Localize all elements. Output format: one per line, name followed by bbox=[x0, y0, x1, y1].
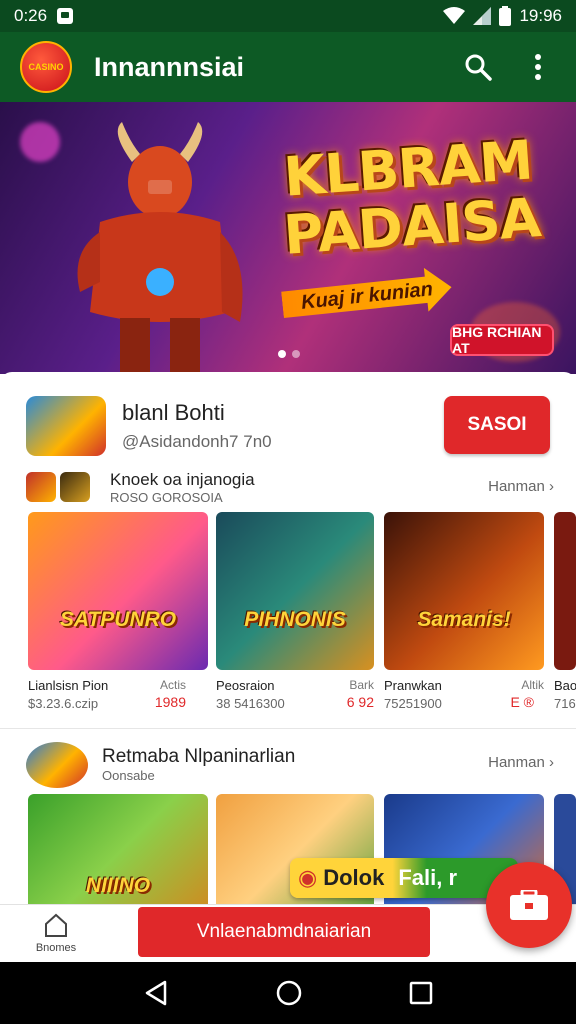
fab-button[interactable] bbox=[486, 862, 572, 948]
recents-icon[interactable] bbox=[409, 981, 433, 1005]
card-price: 1989 bbox=[154, 694, 186, 710]
promo-banner[interactable]: ◉ Dolok Fali, r bbox=[290, 858, 518, 898]
card-name: Bao bbox=[554, 678, 576, 693]
avatar bbox=[26, 742, 88, 788]
eye-icon: ◉ bbox=[298, 865, 318, 890]
carousel-indicator bbox=[278, 350, 300, 358]
promo-text-1: Dolok bbox=[323, 865, 385, 890]
hero-banner[interactable]: KLBRAM PADAISA Kuaj ir kunian BHG RCHIAN… bbox=[0, 102, 576, 374]
home-circle-icon[interactable] bbox=[275, 979, 303, 1007]
card-art bbox=[554, 512, 576, 670]
card-price: 6 92 bbox=[346, 694, 374, 710]
wifi-icon bbox=[443, 7, 466, 24]
game-card[interactable]: Bao 716 bbox=[554, 512, 576, 711]
carousel-dot[interactable] bbox=[278, 350, 286, 358]
section-header[interactable]: Retmaba Nlpaninarlian Oonsabe Hanman › bbox=[0, 738, 576, 794]
status-clock: 19:96 bbox=[519, 6, 562, 25]
card-tag: Bark bbox=[349, 678, 374, 692]
cta-button[interactable]: Vnlaenabmdnaiarian bbox=[138, 907, 430, 957]
hero-character-art bbox=[77, 122, 243, 374]
battery-icon bbox=[499, 6, 512, 26]
section-subtitle: ROSO GOROSOIA bbox=[110, 490, 223, 505]
back-icon[interactable] bbox=[143, 980, 169, 1006]
home-icon bbox=[45, 913, 67, 937]
avatar bbox=[26, 472, 56, 502]
game-card[interactable]: NIIINO bbox=[28, 794, 208, 912]
card-name: Lianlsisn Pion bbox=[28, 678, 109, 693]
avatar bbox=[60, 472, 90, 502]
logo-text: CASINO bbox=[28, 62, 64, 72]
card-row: SATPUNRO Lianlsisn Pion Actis $3.23.6.cz… bbox=[0, 512, 576, 722]
app-logo[interactable]: CASINO bbox=[20, 41, 72, 93]
search-icon bbox=[465, 54, 492, 81]
hero-title: KLBRAM PADAISA bbox=[246, 128, 573, 267]
signal-icon bbox=[473, 7, 492, 25]
card-art: NIIINO bbox=[28, 794, 208, 912]
more-vert-icon bbox=[535, 54, 541, 80]
card-tag: Actis bbox=[159, 678, 186, 692]
app-bar: CASINO Innannnsiai bbox=[0, 32, 576, 102]
chevron-right-icon: › bbox=[549, 754, 554, 771]
card-price: E ® bbox=[510, 694, 534, 710]
status-time: 0:26 bbox=[14, 6, 48, 25]
install-button[interactable]: SASOI bbox=[444, 396, 550, 454]
section-title: Retmaba Nlpaninarlian bbox=[102, 746, 296, 767]
card-art: PIHNONIS bbox=[216, 512, 374, 670]
game-card[interactable]: PIHNONIS Peosraion Bark 38 5416300 6 92 bbox=[216, 512, 374, 711]
hero-badge[interactable]: BHG RCHIAN AT bbox=[450, 324, 554, 356]
card-art: Samanis! bbox=[384, 512, 544, 670]
system-nav-bar bbox=[0, 962, 576, 1024]
app-developer[interactable]: @Asidandonh7 7n0 bbox=[122, 432, 272, 452]
app-name: blanl Bohti bbox=[122, 400, 225, 425]
notification-icon bbox=[57, 8, 74, 24]
chevron-right-icon: › bbox=[549, 478, 554, 495]
card-name: Pranwkan bbox=[384, 678, 442, 693]
card-art: SATPUNRO bbox=[28, 512, 208, 670]
search-button[interactable] bbox=[456, 45, 500, 89]
nav-home-label: Bnomes bbox=[35, 942, 77, 954]
card-art-title: NIIINO bbox=[85, 874, 151, 897]
card-meta: $3.23.6.czip bbox=[28, 696, 99, 711]
see-more-label: Hanman bbox=[488, 478, 545, 495]
card-name: Peosraion bbox=[216, 678, 275, 693]
nav-home[interactable]: Bnomes bbox=[30, 911, 82, 954]
game-card[interactable]: Samanis! Pranwkan Altik 75251900 E ® bbox=[384, 512, 544, 711]
hero-arrow-label: Kuaj ir kunian bbox=[280, 265, 454, 327]
section-subtitle: Oonsabe bbox=[102, 768, 155, 783]
app-icon[interactable] bbox=[26, 396, 106, 456]
section-title: Knoek oa injanogia bbox=[110, 470, 255, 489]
section-avatars bbox=[26, 472, 90, 502]
neon-light bbox=[20, 122, 60, 162]
promo-text-2: Fali, r bbox=[398, 865, 458, 890]
card-meta: 38 5416300 bbox=[216, 696, 285, 711]
see-more-link[interactable]: Hanman › bbox=[488, 478, 554, 495]
divider bbox=[0, 728, 576, 729]
card-meta: 716 bbox=[554, 696, 576, 711]
card-tag: Altik bbox=[521, 678, 544, 692]
app-info-row: blanl Bohti @Asidandonh7 7n0 SASOI bbox=[0, 390, 576, 460]
more-options-button[interactable] bbox=[516, 45, 560, 89]
see-more-link[interactable]: Hanman › bbox=[488, 754, 554, 771]
card-art-title: PIHNONIS bbox=[244, 608, 346, 631]
section-avatars bbox=[26, 742, 88, 788]
content-sheet: blanl Bohti @Asidandonh7 7n0 SASOI Knoek… bbox=[0, 372, 576, 912]
app-title: Innannnsiai bbox=[94, 51, 245, 82]
section-games: Knoek oa injanogia ROSO GOROSOIA Hanman … bbox=[0, 468, 576, 722]
see-more-label: Hanman bbox=[488, 754, 545, 771]
card-art-title: Samanis! bbox=[417, 608, 511, 631]
game-card[interactable]: SATPUNRO Lianlsisn Pion Actis $3.23.6.cz… bbox=[28, 512, 208, 711]
section-header[interactable]: Knoek oa injanogia ROSO GOROSOIA Hanman … bbox=[0, 468, 576, 512]
card-meta: 75251900 bbox=[384, 696, 442, 711]
card-art-title: SATPUNRO bbox=[59, 608, 177, 631]
briefcase-icon bbox=[510, 890, 548, 920]
status-bar: 0:26 19:96 bbox=[0, 0, 576, 32]
carousel-dot[interactable] bbox=[292, 350, 300, 358]
